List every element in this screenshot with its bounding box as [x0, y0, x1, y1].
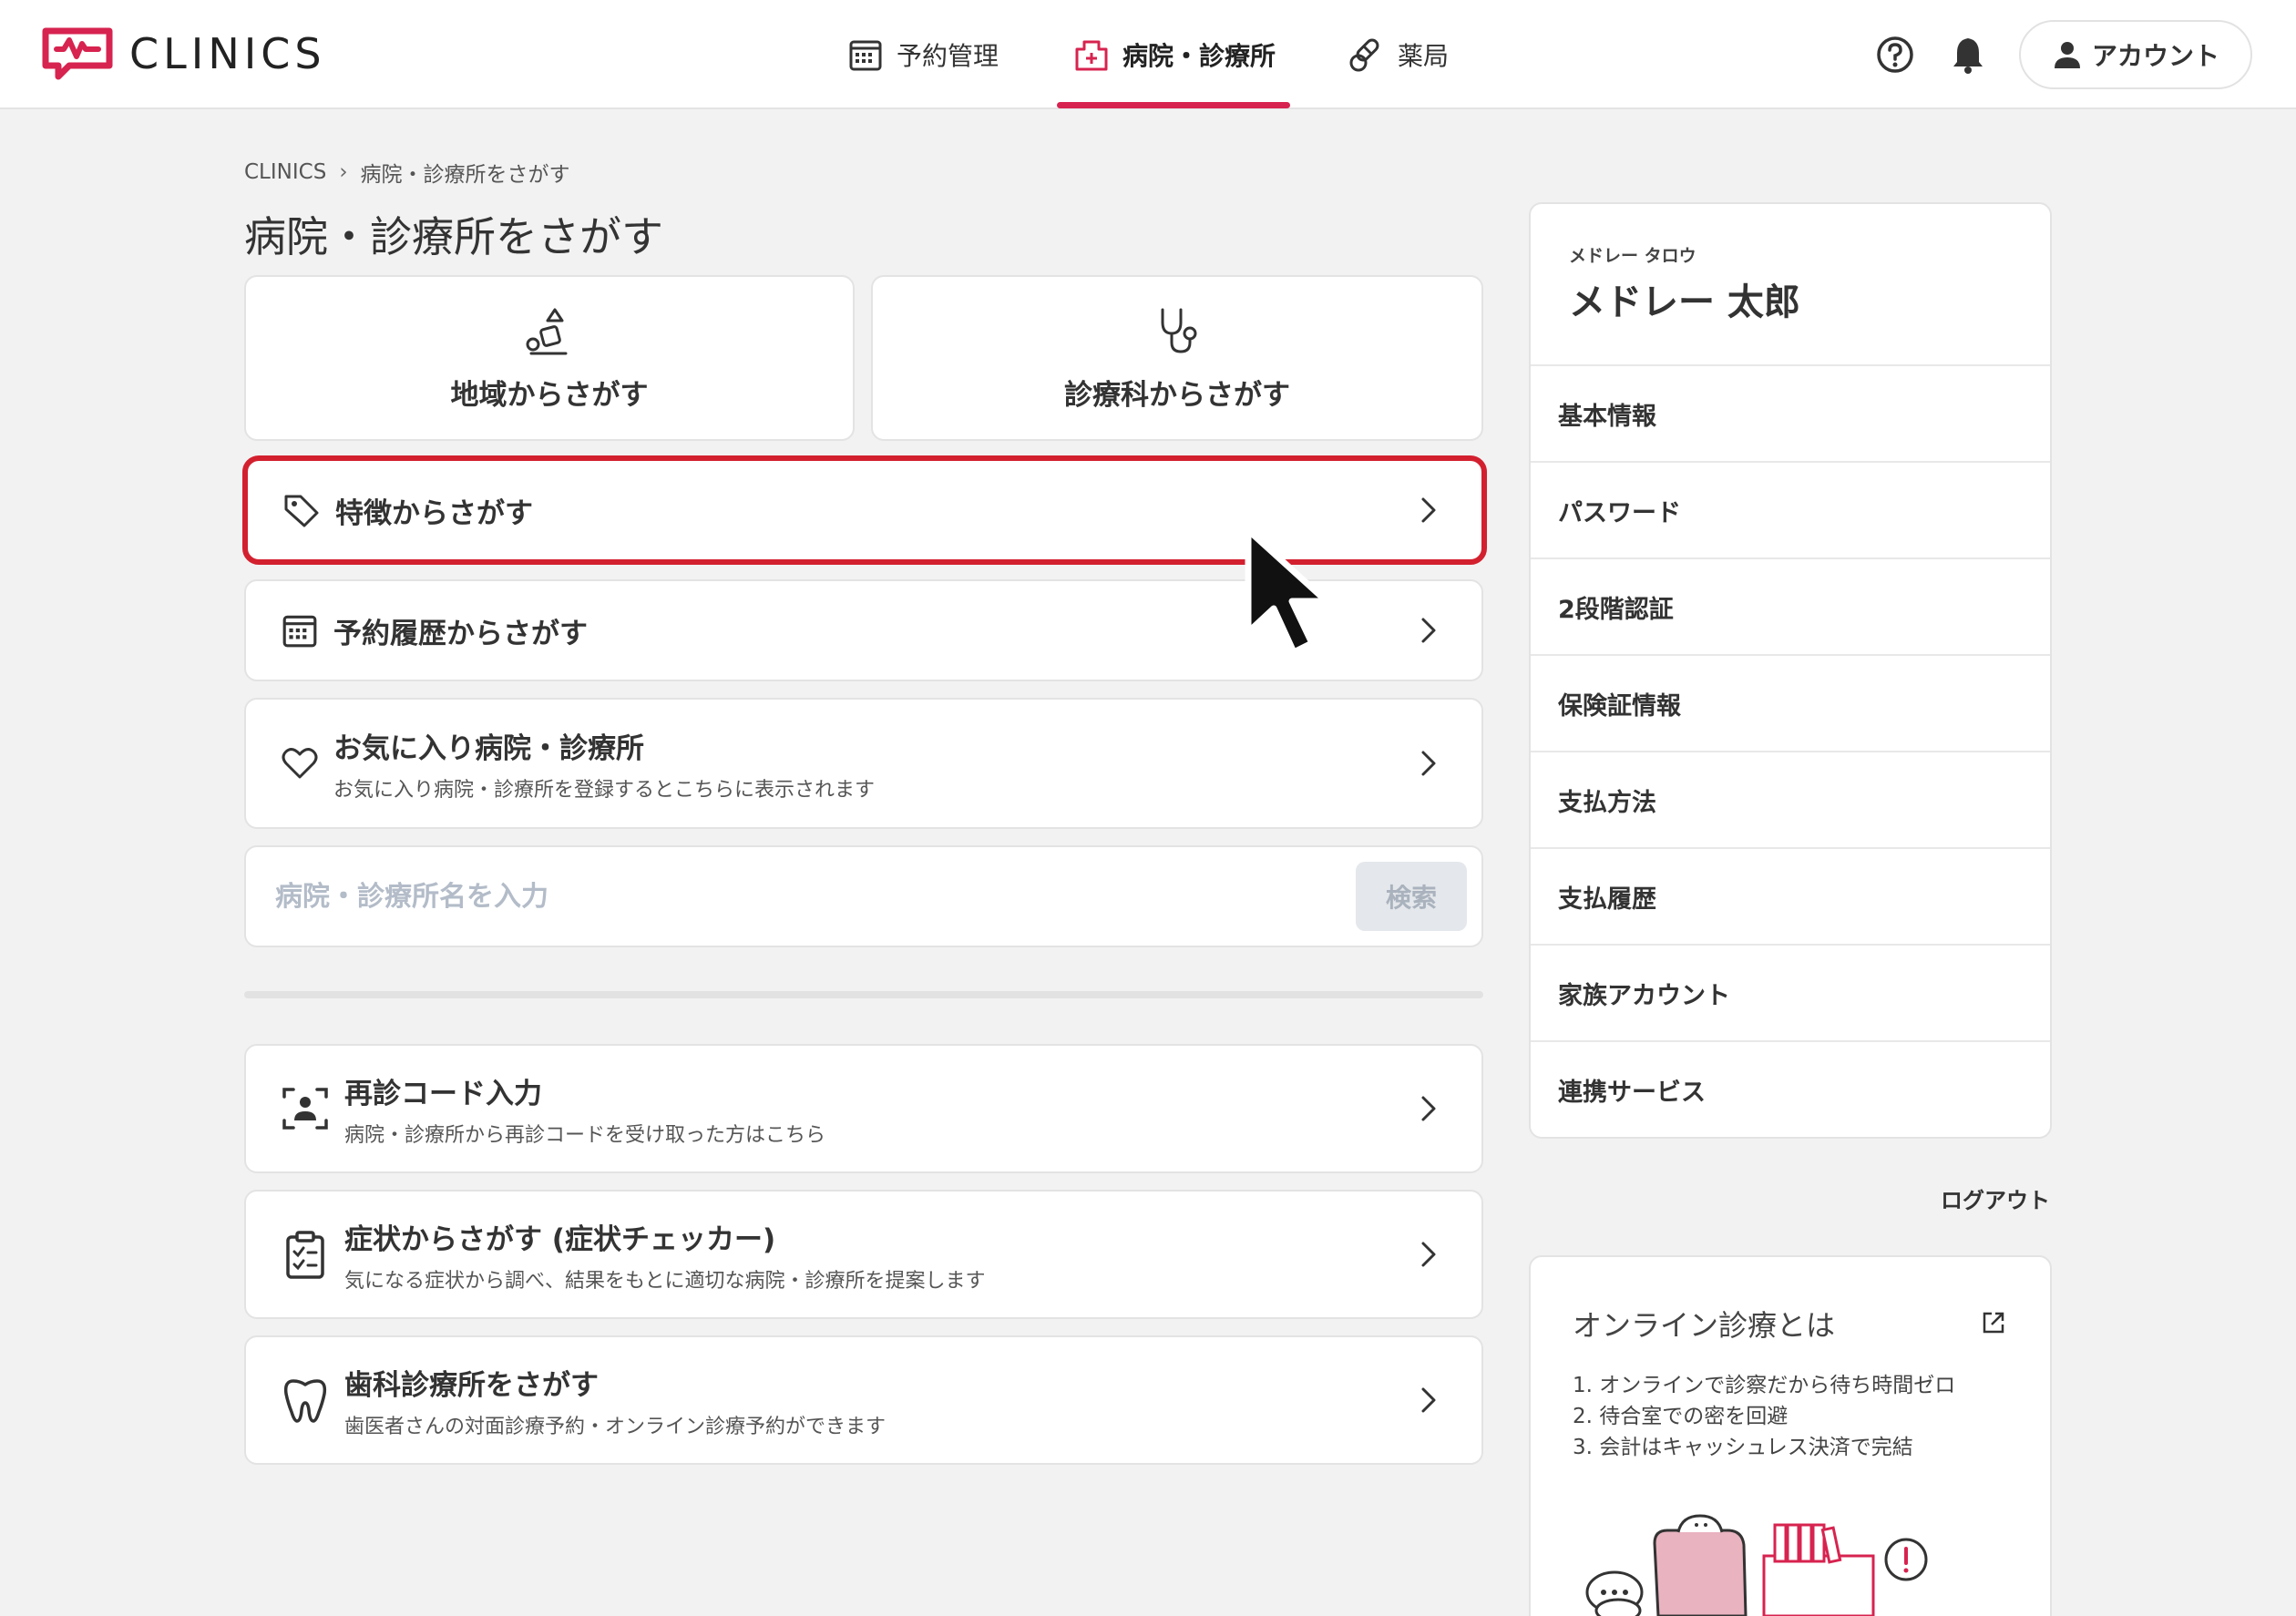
account-button[interactable]: アカウント [2019, 20, 2252, 89]
breadcrumb-root[interactable]: CLINICS [244, 160, 326, 184]
nav-hospitals-label: 病院・診療所 [1122, 41, 1276, 71]
scan-person-icon [282, 1088, 328, 1130]
dental-search-title: 歯科診療所をさがす [344, 1368, 599, 1402]
chevron-right-icon [1421, 618, 1436, 643]
nav-hospitals[interactable]: 病院・診療所 [1073, 0, 1276, 109]
menu-payment-method[interactable]: 支払方法 [1531, 751, 2050, 847]
hospital-icon [1075, 40, 1108, 71]
online-point-2: 2. 待合室での密を回避 [1573, 1405, 1789, 1428]
account-label: アカウント [2091, 41, 2219, 71]
search-by-area-tile[interactable]: 地域からさがす [244, 275, 855, 441]
chevron-right-icon [1421, 1096, 1436, 1121]
chevron-right-icon [1421, 1242, 1436, 1267]
pill-icon [1349, 38, 1379, 72]
tag-icon [284, 495, 319, 527]
breadcrumb-current: 病院・診療所をさがす [360, 163, 570, 187]
nav-pharmacy[interactable]: 薬局 [1348, 0, 1449, 109]
revisit-code-title: 再診コード入力 [344, 1077, 542, 1110]
logout-link[interactable]: ログアウト [1941, 1182, 2050, 1214]
symptom-checker-row[interactable]: 症状からさがす (症状チェッカー) 気になる症状から調べ、結果をもとに適切な病院… [244, 1190, 1483, 1319]
favorites-title: お気に入り病院・診療所 [333, 731, 644, 765]
person-icon [2054, 42, 2080, 68]
breadcrumb: CLINICS › 病院・診療所をさがす [244, 157, 570, 188]
favorites-row[interactable]: お気に入り病院・診療所 お気に入り病院・診療所を登録するとこちらに表示されます [244, 698, 1483, 829]
user-name: メドレー 太郎 [1569, 281, 1800, 323]
revisit-code-subtitle: 病院・診療所から再診コードを受け取った方はこちら [344, 1123, 826, 1147]
online-consultation-title: オンライン診療とは [1573, 1308, 1836, 1343]
tooth-icon [283, 1379, 327, 1423]
mouse-cursor-icon [1245, 527, 1330, 656]
external-link-icon[interactable] [1981, 1310, 2006, 1335]
menu-insurance[interactable]: 保険証情報 [1531, 654, 2050, 751]
active-nav-indicator [1057, 102, 1290, 108]
chevron-right-icon [1421, 751, 1436, 776]
online-point-1: 1. オンラインで診察だから待ち時間ゼロ [1573, 1374, 1956, 1397]
clinics-logo-icon [42, 27, 113, 80]
dental-search-subtitle: 歯医者さんの対面診療予約・オンライン診療予約ができます [344, 1415, 887, 1438]
symptom-checker-title: 症状からさがす (症状チェッカー) [344, 1222, 776, 1256]
chevron-right-icon [1421, 1387, 1436, 1413]
search-button[interactable]: 検索 [1356, 862, 1467, 931]
help-icon[interactable] [1875, 35, 1915, 75]
online-consultation-illustration [1585, 1514, 1928, 1616]
clinics-logo[interactable]: CLINICS [42, 26, 326, 82]
chevron-right-icon [1421, 497, 1436, 523]
online-point-3: 3. 会計はキャッシュレス決済で完結 [1573, 1436, 1913, 1459]
logo-text: CLINICS [129, 29, 326, 78]
menu-two-factor[interactable]: 2段階認証 [1531, 557, 2050, 654]
nav-pharmacy-label: 薬局 [1398, 41, 1450, 71]
search-by-area-label: 地域からさがす [450, 378, 649, 412]
stethoscope-icon [1161, 308, 1197, 353]
user-profile: メドレー タロウ メドレー 太郎 [1569, 242, 1800, 325]
symptom-checker-subtitle: 気になる症状から調べ、結果をもとに適切な病院・診療所を提案します [344, 1269, 986, 1293]
menu-linked-services[interactable]: 連携サービス [1531, 1040, 2050, 1137]
heart-icon [282, 748, 318, 779]
search-by-department-label: 診療科からさがす [1064, 378, 1290, 412]
chevron-right-icon: › [339, 160, 348, 184]
search-by-department-tile[interactable]: 診療科からさがす [871, 275, 1483, 441]
menu-payment-history[interactable]: 支払履歴 [1531, 847, 2050, 944]
section-divider [244, 991, 1483, 998]
favorites-subtitle: お気に入り病院・診療所を登録するとこちらに表示されます [333, 778, 876, 802]
facility-name-input[interactable] [275, 880, 1356, 913]
bell-icon[interactable] [1948, 35, 1988, 75]
top-header: CLINICS 予約管理 病院・診療所 薬局 アカウント [0, 0, 2296, 109]
menu-basic-info[interactable]: 基本情報 [1531, 364, 2050, 461]
dental-search-row[interactable]: 歯科診療所をさがす 歯医者さんの対面診療予約・オンライン診療予約ができます [244, 1335, 1483, 1465]
page-title: 病院・診療所をさがす [244, 212, 663, 261]
menu-family-account[interactable]: 家族アカウント [1531, 944, 2050, 1040]
online-consultation-points: 1. オンラインで診察だから待ち時間ゼロ 2. 待合室での密を回避 3. 会計は… [1573, 1370, 1955, 1463]
nav-reservations[interactable]: 予約管理 [847, 0, 999, 109]
map-shapes-icon [526, 308, 568, 354]
facility-search-box: 検索 [244, 845, 1483, 947]
user-name-kana: メドレー タロウ [1569, 246, 1696, 266]
revisit-code-row[interactable]: 再診コード入力 病院・診療所から再診コードを受け取った方はこちら [244, 1044, 1483, 1173]
calendar-icon [849, 40, 882, 71]
calendar-icon [282, 615, 317, 648]
clipboard-check-icon [286, 1231, 324, 1279]
menu-password[interactable]: パスワード [1531, 461, 2050, 557]
nav-reservations-label: 予約管理 [897, 41, 999, 71]
